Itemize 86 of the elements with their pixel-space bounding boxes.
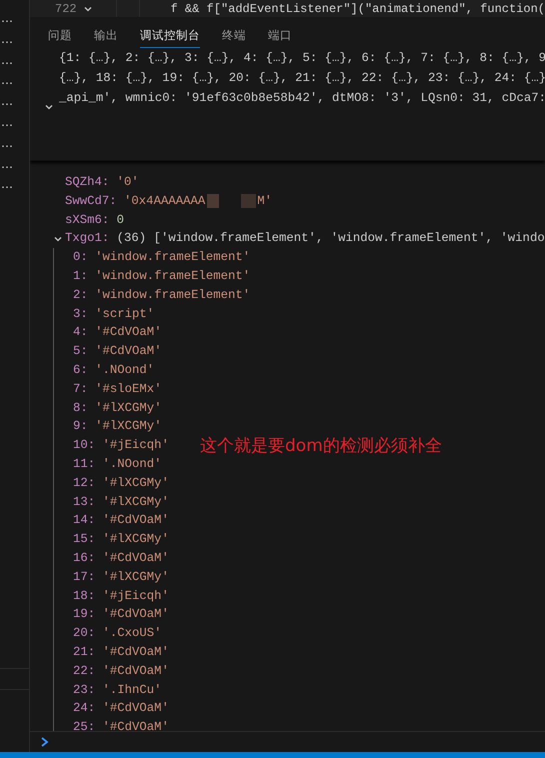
array-value: '.NOond': [95, 362, 154, 379]
array-index: 2:: [73, 286, 88, 304]
array-value: 'window.frameElement': [95, 249, 250, 266]
array-value: '.NOond': [102, 456, 162, 473]
property-value: 0: [116, 212, 124, 229]
sidebar-item[interactable]: …: [0, 176, 13, 198]
panel-tab[interactable]: 终端: [222, 23, 246, 48]
console-output: _api_m', wmnic0: '91ef63c0b8e58b42', dtMO8: '3', LQsn0: 31, cDca7:: [59, 91, 545, 105]
panel-tab[interactable]: 输出: [94, 23, 118, 48]
array-index: 14:: [73, 512, 96, 530]
line-number: 722: [55, 2, 77, 16]
array-value: '#jEicqh': [102, 437, 169, 454]
array-index: 18:: [73, 588, 96, 605]
array-value: '.IhnCu': [102, 682, 162, 699]
array-value: '#CdVOaM': [95, 324, 162, 342]
array-index: 19:: [73, 606, 96, 624]
sidebar-item[interactable]: …: [0, 134, 13, 156]
console-output: {…}, 18: {…}, 19: {…}, 20: {…}, 21: {…}, 22: {…}, 23: {…}, 24: {…}: [59, 71, 545, 85]
property-key: SwwCd7:: [65, 192, 117, 211]
array-index: 10:: [73, 437, 96, 454]
property-key: sXSm6:: [65, 210, 110, 230]
array-value: 'script': [95, 306, 154, 323]
property-key: Txgo1:: [65, 229, 110, 248]
sidebar-item[interactable]: …: [0, 10, 13, 31]
array-value: '#CdVOaM': [102, 700, 169, 718]
array-index: 5:: [73, 343, 88, 360]
array-value: 'window.frameElement': [95, 268, 250, 285]
redaction-block: [207, 194, 220, 208]
panel-tab[interactable]: 问题: [48, 23, 72, 48]
array-index: 0:: [73, 249, 88, 266]
array-index: 16:: [73, 550, 96, 567]
prompt-icon: [40, 736, 49, 748]
array-index: 15:: [73, 531, 96, 548]
annotation-text: 这个就是要dom的检测必须补全: [200, 435, 442, 457]
array-index: 22:: [73, 662, 96, 680]
array-index: 21:: [73, 644, 96, 661]
array-value: '#CdVOaM': [102, 512, 169, 530]
array-length: (36): [116, 230, 146, 248]
property-key: SQZh4:: [65, 173, 110, 192]
sidebar-item[interactable]: …: [0, 30, 13, 52]
redaction-block: [241, 194, 256, 208]
array-value: '#CdVOaM': [95, 343, 162, 360]
array-value: '#CdVOaM': [102, 606, 169, 624]
chevron-icon[interactable]: [44, 102, 54, 112]
array-value: '#CdVOaM': [102, 662, 169, 680]
array-preview: ['window.frameElement', 'window.frameElement', 'windo: [154, 230, 545, 248]
array-value: '#lXCGMy': [102, 494, 169, 511]
array-index: 12:: [73, 474, 96, 492]
code-line: f && f["addEventListener"]("animationend", function(: [170, 2, 545, 16]
array-value: '#CdVOaM': [102, 550, 169, 567]
array-value: '#CdVOaM': [102, 644, 169, 661]
array-index: 17:: [73, 568, 96, 586]
panel-tab[interactable]: 端口: [268, 23, 292, 48]
panel-tab[interactable]: 调试控制台: [140, 23, 200, 48]
array-value: '#CdVOaM': [102, 719, 169, 731]
array-value: '#lXCGMy': [102, 474, 169, 492]
property-value: '0': [116, 174, 139, 191]
console-output: {1: {…}, 2: {…}, 3: {…}, 4: {…}, 5: {…}, 6: {…}, 7: {…}, 8: {…}, 9: [59, 51, 545, 65]
array-index: 4:: [73, 324, 88, 342]
array-value: 'window.frameElement': [95, 286, 250, 304]
sidebar-item[interactable]: …: [0, 72, 13, 94]
array-index: 11:: [73, 456, 96, 473]
sidebar-item[interactable]: …: [0, 52, 13, 72]
sidebar-item[interactable]: …: [0, 114, 13, 135]
array-value: '#lXCGMy': [102, 531, 169, 548]
sidebar-item[interactable]: …: [0, 93, 13, 114]
property-value: '0x4AAAAAAA: [124, 192, 206, 210]
array-index: 3:: [73, 306, 88, 323]
array-value: '#lXCGMy': [95, 400, 162, 417]
array-index: 13:: [73, 494, 96, 511]
array-value: '#lXCGMy': [102, 568, 169, 586]
array-value: '#sloEMx': [95, 380, 162, 398]
array-value: '#jEicqh': [102, 588, 169, 605]
array-value: '.CxoUS': [102, 625, 162, 642]
array-index: 1:: [73, 268, 88, 285]
array-index: 25:: [73, 719, 96, 731]
array-index: 23:: [73, 682, 96, 699]
array-index: 24:: [73, 700, 96, 718]
array-index: 7:: [73, 380, 88, 398]
array-value: '#lXCGMy': [95, 418, 162, 436]
array-index: 8:: [73, 400, 88, 417]
array-index: 6:: [73, 362, 88, 379]
property-value: M': [257, 192, 272, 210]
array-index: 9:: [73, 418, 88, 436]
sidebar-item[interactable]: …: [0, 156, 13, 176]
array-index: 20:: [73, 625, 96, 642]
